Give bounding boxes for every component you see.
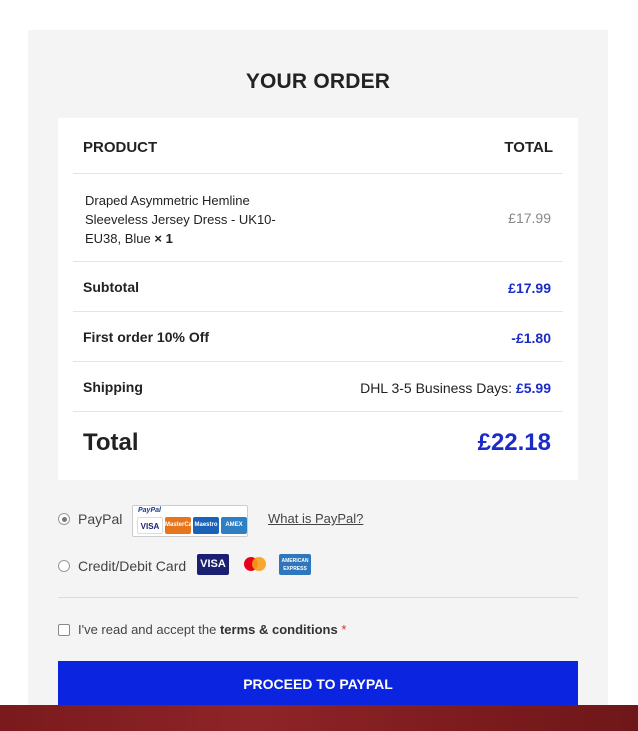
divider	[58, 597, 578, 598]
discount-value: -£1.80	[511, 330, 551, 346]
terms-text: I've read and accept the terms & conditi…	[78, 622, 346, 637]
paypal-radio[interactable]	[58, 513, 70, 525]
shipping-value: DHL 3-5 Business Days: £5.99	[360, 380, 551, 396]
visa-icon: VISA	[137, 517, 163, 534]
table-row: Draped Asymmetric Hemline Sleeveless Jer…	[73, 174, 563, 262]
total-label: Total	[83, 429, 139, 456]
terms-checkbox[interactable]	[58, 624, 70, 636]
subtotal-label: Subtotal	[83, 279, 139, 295]
card-label[interactable]: Credit/Debit Card	[78, 558, 186, 574]
what-is-paypal-link[interactable]: What is PayPal?	[268, 511, 363, 526]
order-summary-card: PRODUCT TOTAL Draped Asymmetric Hemline …	[58, 118, 578, 480]
product-name-text: Draped Asymmetric Hemline Sleeveless Jer…	[85, 193, 276, 246]
mastercard-circles-icon	[244, 557, 266, 571]
amex-icon: AMERICAN EXPRESS	[279, 554, 311, 575]
terms-acceptance[interactable]: I've read and accept the terms & conditi…	[58, 621, 578, 641]
visa-icon: VISA	[197, 554, 229, 575]
mastercard-icon: MasterCard	[165, 517, 198, 534]
discount-label: First order 10% Off	[83, 329, 210, 345]
total-row: Total £22.18	[73, 412, 563, 480]
paypal-logo-text: PayPal	[138, 507, 161, 514]
maestro-icon: Maestro	[193, 517, 219, 534]
product-column-header: PRODUCT	[83, 139, 158, 156]
product-quantity: × 1	[154, 231, 173, 246]
card-radio[interactable]	[58, 560, 70, 572]
terms-prefix: I've read and accept the	[78, 622, 220, 637]
proceed-to-paypal-button[interactable]: PROCEED TO PAYPAL	[58, 661, 578, 708]
order-panel: YOUR ORDER PRODUCT TOTAL Draped Asymmetr…	[28, 30, 608, 731]
shipping-cost: £5.99	[515, 380, 551, 396]
shipping-row: Shipping DHL 3-5 Business Days: £5.99	[73, 362, 563, 412]
product-name: Draped Asymmetric Hemline Sleeveless Jer…	[85, 191, 295, 248]
subtotal-value: £17.99	[508, 280, 551, 296]
page-title: YOUR ORDER	[245, 70, 391, 93]
shipping-method: DHL 3-5 Business Days:	[360, 380, 513, 396]
mastercard-icon	[241, 554, 269, 575]
terms-link[interactable]: terms & conditions	[220, 622, 338, 637]
payment-option-card[interactable]: Credit/Debit Card VISA AMERICAN EXPRESS	[58, 554, 578, 584]
paypal-label[interactable]: PayPal	[78, 511, 122, 527]
required-asterisk: *	[341, 622, 347, 637]
payment-option-paypal[interactable]: PayPal PayPal VISA MasterCard Maestro AM…	[58, 505, 578, 537]
shipping-label: Shipping	[83, 379, 143, 395]
footer-banner	[0, 705, 638, 731]
total-value: £22.18	[477, 429, 551, 456]
subtotal-row: Subtotal £17.99	[73, 262, 563, 312]
total-column-header: TOTAL	[504, 139, 553, 156]
order-table-header: PRODUCT TOTAL	[73, 118, 563, 174]
discount-row: First order 10% Off -£1.80	[73, 312, 563, 362]
paypal-acceptance-mark: PayPal VISA MasterCard Maestro AMEX	[132, 505, 248, 537]
amex-icon: AMEX	[221, 517, 247, 534]
product-price: £17.99	[508, 210, 551, 226]
